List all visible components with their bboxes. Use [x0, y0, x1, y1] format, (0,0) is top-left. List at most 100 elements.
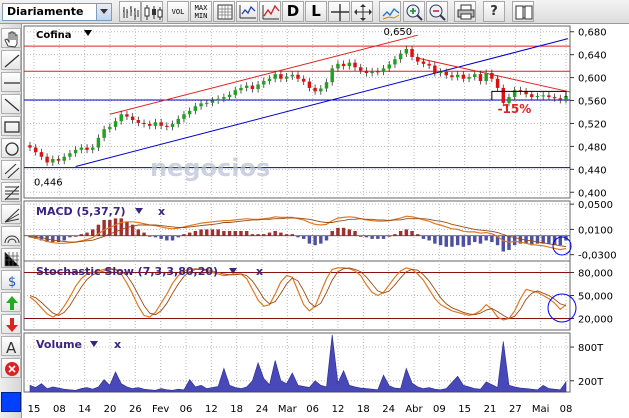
crosshair-button[interactable] — [328, 1, 350, 22]
x-tick-label: Mar — [278, 404, 298, 415]
candle — [313, 87, 317, 92]
channel-tool[interactable] — [1, 160, 21, 180]
help-button[interactable]: ? — [483, 1, 505, 22]
candle — [381, 68, 386, 72]
candle — [193, 106, 198, 111]
macd-histogram-bar — [461, 235, 466, 247]
candle — [273, 74, 277, 79]
max-min-button[interactable]: MAX MIN — [190, 1, 212, 22]
line-chart-button[interactable] — [259, 1, 281, 22]
candle — [467, 77, 471, 79]
text-icon: A — [6, 339, 17, 357]
line-tool[interactable] — [1, 50, 21, 70]
candle — [51, 159, 55, 163]
chart-area[interactable]: 15 08 14 20 26 Fev 06 12 18 24 Mar 06 12 18 24 Abr 09 15 2… — [22, 24, 629, 418]
macd-histogram-bar — [250, 234, 255, 236]
candle — [307, 81, 312, 88]
candle — [336, 63, 340, 69]
macd-histogram-bar — [125, 221, 129, 236]
horizontal-line-icon — [4, 82, 20, 84]
macd-histogram-bar — [347, 229, 352, 236]
circle-tool[interactable] — [1, 138, 21, 158]
move-button[interactable] — [351, 1, 373, 22]
chevron-down-icon[interactable] — [96, 4, 111, 20]
zoom-out-button[interactable] — [426, 1, 448, 22]
grid-tool[interactable] — [1, 248, 21, 268]
candle — [136, 120, 141, 123]
macd-histogram-bar — [136, 229, 141, 236]
bar-chart-button[interactable] — [119, 1, 141, 22]
candle — [227, 94, 232, 98]
candle — [353, 62, 357, 68]
macd-histogram-bar — [170, 235, 175, 241]
zoom-in-button[interactable] — [403, 1, 425, 22]
candle — [62, 156, 66, 161]
rectangle-tool[interactable] — [1, 116, 21, 136]
arc-tool[interactable] — [1, 226, 21, 246]
macd-histogram-bar — [341, 227, 346, 236]
delete-tool[interactable] — [1, 358, 21, 378]
volume-button[interactable]: VOL — [167, 1, 189, 22]
candle — [176, 118, 180, 125]
color-picker[interactable] — [1, 392, 21, 412]
dollar-tool[interactable]: $ — [1, 270, 21, 290]
macd-histogram-bar — [239, 231, 243, 236]
close-icon: x — [114, 338, 121, 351]
candle — [165, 125, 169, 127]
candle — [387, 64, 391, 69]
bar-chart-icon — [123, 6, 139, 20]
candle — [301, 78, 306, 82]
x-tick-label: 15 — [28, 404, 41, 415]
candle — [96, 137, 101, 148]
candle — [256, 84, 260, 90]
candle — [319, 88, 323, 92]
candle — [552, 97, 557, 99]
log-scale-button[interactable]: L — [305, 1, 327, 22]
fan-tool[interactable] — [1, 204, 21, 224]
macd-histogram-bar — [478, 235, 483, 244]
macd-histogram-bar — [370, 235, 374, 239]
macd-histogram-bar — [421, 235, 426, 239]
trend-button[interactable] — [379, 1, 401, 22]
y-tick-label: 0,440 — [578, 165, 607, 176]
low-label: 0,446 — [34, 177, 63, 188]
macd-histogram-bar — [358, 235, 363, 237]
channel-icon — [4, 163, 20, 179]
candle — [199, 103, 203, 107]
book-icon — [515, 5, 533, 20]
candlestick-button[interactable] — [141, 1, 163, 22]
move-icon — [354, 4, 372, 21]
candle — [478, 74, 483, 82]
candle — [45, 156, 49, 163]
high-label: 0,650 — [384, 27, 413, 38]
period-select[interactable]: Diariamente — [2, 3, 112, 21]
candlestick-icon — [144, 5, 163, 20]
print-button[interactable] — [454, 1, 476, 22]
text-tool[interactable]: A — [1, 336, 21, 357]
fibonacci-tool[interactable] — [1, 182, 21, 202]
grid-button[interactable] — [213, 1, 235, 22]
diagonal-line-tool[interactable] — [1, 94, 21, 114]
hand-tool[interactable] — [1, 28, 21, 48]
arrow-down-tool[interactable] — [1, 314, 21, 334]
macd-histogram-bar — [376, 235, 380, 239]
book-button[interactable] — [512, 1, 534, 22]
daily-button[interactable]: D — [282, 1, 304, 22]
candle — [216, 98, 220, 101]
candle — [535, 95, 540, 98]
macd-histogram-bar — [216, 229, 220, 236]
candle — [473, 74, 477, 78]
candle — [410, 48, 414, 57]
indicator-button[interactable] — [236, 1, 258, 22]
macd-histogram-bar — [381, 235, 386, 239]
arrow-up-tool[interactable] — [1, 292, 21, 312]
macd-histogram-bar — [416, 234, 420, 236]
candle — [450, 75, 454, 78]
candle — [421, 61, 426, 64]
line-tool-icon — [4, 54, 20, 68]
x-tick-label: 08 — [53, 404, 66, 415]
y-tick-label: 20,000 — [578, 315, 613, 326]
horizontal-line-tool[interactable] — [1, 72, 21, 92]
fibonacci-icon — [4, 185, 20, 201]
macd-histogram-bar — [119, 218, 123, 236]
